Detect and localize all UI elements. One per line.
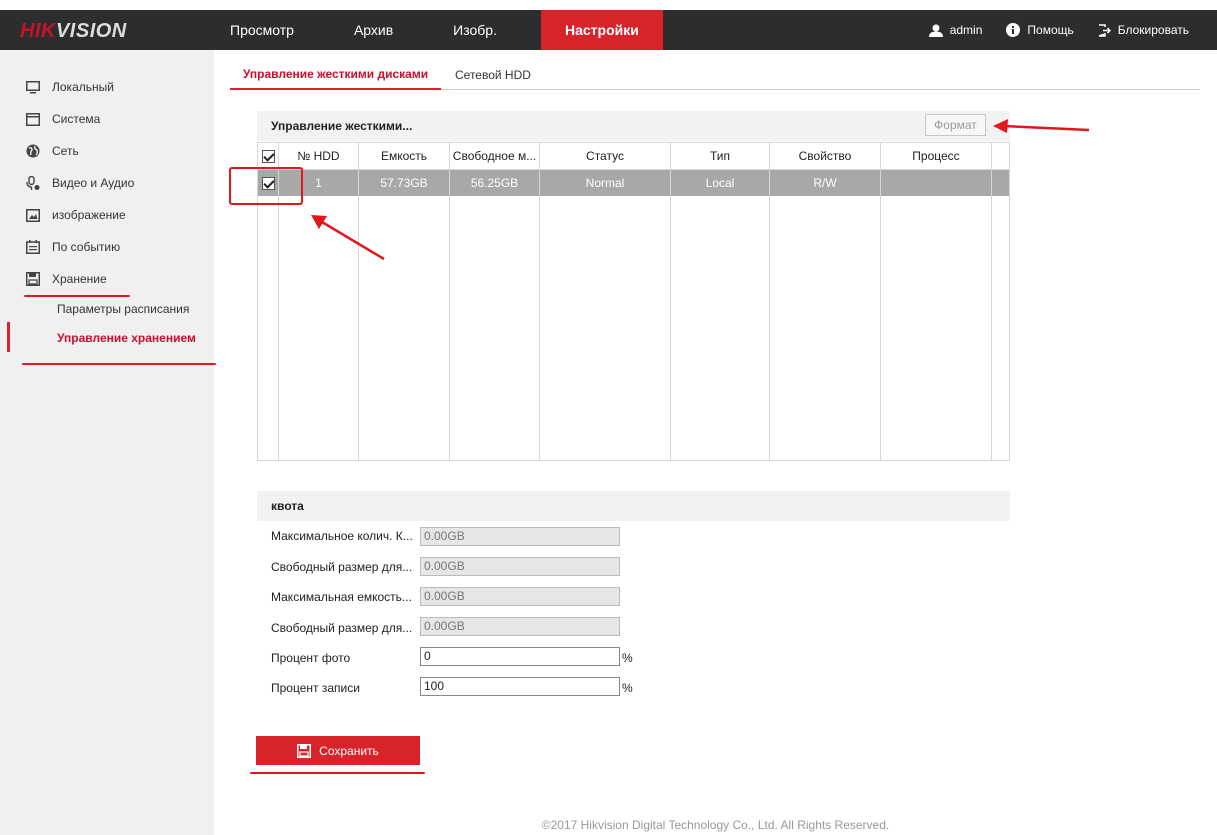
picture-percent-input[interactable]: 0 [420, 647, 620, 666]
percent-unit: % [622, 681, 633, 695]
logout-label: Блокировать [1117, 23, 1189, 37]
table-row[interactable]: 1 57.73GB 56.25GB Normal Local R/W [258, 170, 1009, 196]
col-divider [769, 143, 770, 461]
col-property: Свойство [798, 149, 852, 163]
nav-configuration[interactable]: Настройки [540, 10, 663, 50]
calendar-icon [26, 240, 40, 254]
col-type: Тип [709, 149, 730, 163]
col-hdd-no: № HDD [297, 149, 340, 163]
annotation-underline [22, 363, 216, 365]
sidebar-subitem-schedule[interactable]: Параметры расписания [57, 302, 189, 316]
col-divider [449, 143, 450, 461]
free-record-size-field: 0.00GB [420, 617, 620, 636]
record-percent-input[interactable]: 100 [420, 677, 620, 696]
floppy-icon [297, 743, 312, 758]
sidebar: Локальный Система Сеть Видео и Аудио изо… [0, 50, 214, 835]
col-divider [670, 143, 671, 461]
sidebar-item-video-audio[interactable]: Видео и Аудио [26, 173, 134, 193]
logout-icon [1098, 23, 1111, 37]
hikvision-logo: HIKVISION [20, 20, 127, 42]
active-indicator [7, 322, 10, 352]
user-menu[interactable]: admin [928, 23, 983, 37]
nav-live-view[interactable]: Просмотр [214, 10, 310, 50]
col-free-space: Свободное м... [452, 149, 537, 163]
percent-unit: % [622, 651, 633, 665]
sidebar-subitem-storage-management[interactable]: Управление хранением [57, 331, 196, 345]
image-icon [26, 208, 40, 222]
help-label: Помощь [1027, 23, 1074, 37]
window-icon [26, 112, 40, 126]
cell-capacity: 57.73GB [380, 176, 428, 190]
main-nav: Просмотр Архив Изобр. Настройки [214, 10, 663, 50]
monitor-icon [26, 80, 40, 93]
col-divider [991, 143, 992, 461]
user-area: admin Помощь Блокировать [905, 10, 1189, 50]
cell-type: Local [705, 176, 735, 190]
quota-label-free-picture: Свободный размер для... [271, 560, 413, 574]
nav-picture[interactable]: Изобр. [437, 10, 513, 50]
col-status: Статус [586, 149, 624, 163]
hdd-panel-header: Управление жесткими... Формат [257, 111, 1010, 141]
free-picture-size-field: 0.00GB [420, 557, 620, 576]
col-progress: Процесс [912, 149, 960, 163]
info-icon [1006, 23, 1021, 37]
col-divider [539, 143, 540, 461]
cell-free-space: 56.25GB [470, 176, 519, 190]
cell-progress [881, 170, 991, 196]
cell-status: Normal [585, 176, 625, 190]
quota-label-record-percent: Процент записи [271, 681, 360, 695]
quota-title: квота [271, 499, 304, 513]
sidebar-item-storage[interactable]: Хранение [26, 269, 107, 289]
quota-label-free-record: Свободный размер для... [271, 621, 413, 635]
max-record-capacity-field: 0.00GB [420, 587, 620, 606]
username: admin [949, 23, 983, 37]
user-icon [928, 24, 943, 37]
tab-hdd-management[interactable]: Управление жесткими дисками [230, 60, 441, 90]
save-label: Сохранить [319, 743, 379, 758]
sidebar-item-system[interactable]: Система [26, 109, 100, 129]
annotation-underline [24, 295, 130, 297]
annotation-highlight-box [229, 167, 303, 205]
quota-label-max-picture: Максимальное колич. К... [271, 529, 413, 543]
globe-icon [26, 144, 40, 158]
tab-bar: Управление жесткими дисками Сетевой HDD [230, 60, 1200, 90]
hdd-table: № HDD Емкость Свободное м... Статус Тип … [257, 142, 1010, 461]
annotation-underline [250, 772, 425, 774]
quota-label-max-record: Максимальная емкость... [271, 590, 412, 604]
sidebar-item-image[interactable]: изображение [26, 205, 126, 225]
select-all-checkbox[interactable] [262, 150, 275, 163]
sidebar-item-event[interactable]: По событию [26, 237, 120, 257]
format-button[interactable]: Формат [925, 114, 986, 136]
sidebar-item-network[interactable]: Сеть [26, 141, 79, 161]
max-picture-capacity-field: 0.00GB [420, 527, 620, 546]
nav-playback[interactable]: Архив [338, 10, 409, 50]
tab-net-hdd[interactable]: Сетевой HDD [455, 60, 531, 90]
top-bar: HIKVISION Просмотр Архив Изобр. Настройк… [0, 0, 1217, 50]
col-divider [358, 143, 359, 461]
floppy-icon [26, 272, 40, 286]
sidebar-item-local[interactable]: Локальный [26, 77, 114, 97]
col-capacity: Емкость [380, 149, 428, 163]
col-divider [880, 143, 881, 461]
help-link[interactable]: Помощь [1006, 23, 1074, 37]
mic-icon [26, 175, 40, 190]
hdd-panel-title: Управление жесткими... [271, 119, 413, 133]
table-header: № HDD Емкость Свободное м... Статус Тип … [258, 143, 1009, 170]
save-button[interactable]: Сохранить [256, 736, 420, 765]
logout-link[interactable]: Блокировать [1098, 23, 1189, 37]
quota-label-picture-percent: Процент фото [271, 651, 351, 665]
copyright-footer: ©2017 Hikvision Digital Technology Co., … [541, 818, 890, 832]
quota-header: квота [257, 491, 1010, 521]
cell-property: R/W [813, 176, 837, 190]
